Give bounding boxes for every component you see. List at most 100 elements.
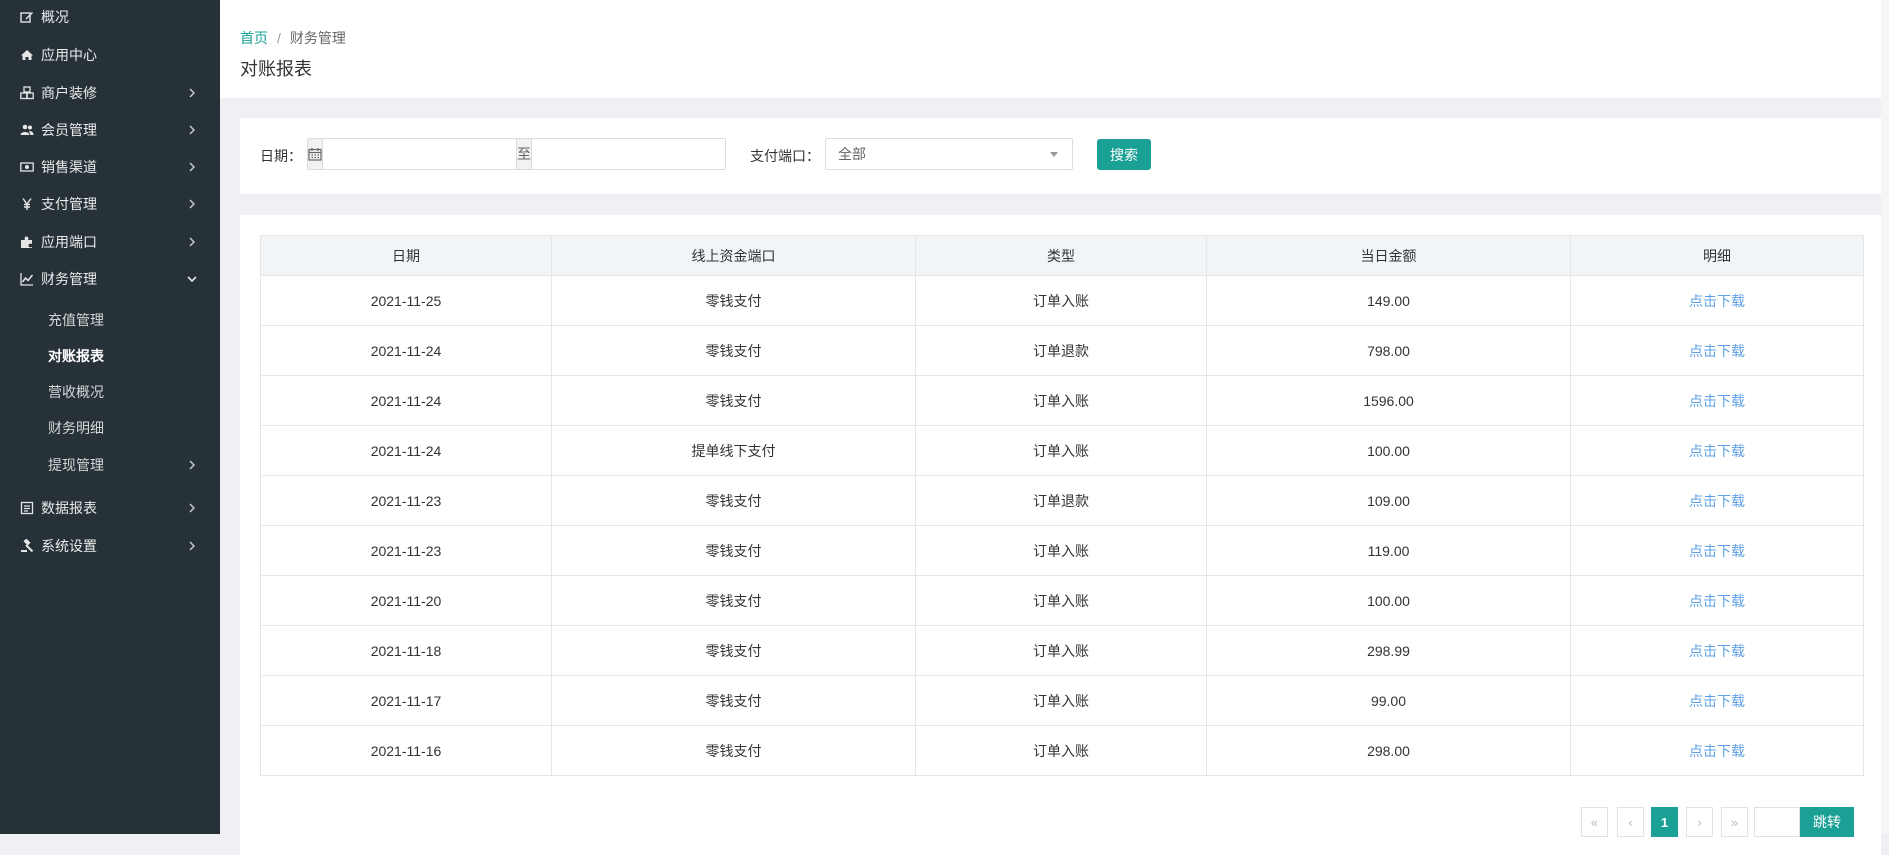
sidebar-subitem-label: 营收概况 bbox=[48, 384, 104, 400]
prev-page-button[interactable]: ‹ bbox=[1617, 807, 1644, 837]
cell-port: 零钱支付 bbox=[551, 325, 916, 376]
puzzle-icon bbox=[20, 235, 34, 249]
breadcrumb-home-link[interactable]: 首页 bbox=[240, 28, 268, 48]
cell-date: 2021-11-25 bbox=[260, 275, 552, 326]
chevron-right-icon bbox=[186, 502, 198, 514]
sidebar-item-label: 数据报表 bbox=[41, 500, 97, 516]
download-link[interactable]: 点击下载 bbox=[1689, 593, 1745, 609]
cell-type: 订单退款 bbox=[915, 325, 1207, 376]
cell-amount: 100.00 bbox=[1206, 575, 1571, 626]
report-icon bbox=[20, 501, 34, 515]
download-link[interactable]: 点击下载 bbox=[1689, 643, 1745, 659]
sidebar-item-decoration[interactable]: 商户装修 bbox=[0, 78, 220, 108]
table-row: 2021-11-24 零钱支付 订单入账 1596.00 点击下载 bbox=[260, 375, 1864, 426]
download-link[interactable]: 点击下载 bbox=[1689, 443, 1745, 459]
sidebar-item-label: 会员管理 bbox=[41, 122, 97, 138]
chevron-right-icon bbox=[186, 124, 198, 136]
page-jump-button[interactable]: 跳转 bbox=[1800, 807, 1854, 837]
column-header: 日期 bbox=[260, 235, 552, 276]
payment-port-select[interactable]: 全部 bbox=[825, 138, 1073, 170]
payment-port-selected: 全部 bbox=[838, 146, 866, 162]
column-header: 类型 bbox=[915, 235, 1207, 276]
download-link[interactable]: 点击下载 bbox=[1689, 493, 1745, 509]
sidebar-item-overview[interactable]: 概况 bbox=[0, 2, 220, 32]
vertical-scrollbar[interactable] bbox=[1881, 0, 1889, 834]
table-header-row: 日期 线上资金端口 类型 当日金额 明细 bbox=[260, 235, 1864, 276]
cell-type: 订单入账 bbox=[915, 375, 1207, 426]
table-row: 2021-11-20 零钱支付 订单入账 100.00 点击下载 bbox=[260, 575, 1864, 626]
sidebar-subitem-finance-detail[interactable]: 财务明细 bbox=[0, 413, 220, 443]
sidebar-item-app-ports[interactable]: 应用端口 bbox=[0, 227, 220, 257]
page-number-current[interactable]: 1 bbox=[1651, 807, 1678, 837]
download-link[interactable]: 点击下载 bbox=[1689, 543, 1745, 559]
cell-port: 零钱支付 bbox=[551, 475, 916, 526]
download-link[interactable]: 点击下载 bbox=[1689, 343, 1745, 359]
date-start-input[interactable] bbox=[323, 139, 516, 169]
cell-detail: 点击下载 bbox=[1570, 375, 1864, 426]
sidebar-item-label: 支付管理 bbox=[41, 196, 97, 212]
cell-amount: 100.00 bbox=[1206, 425, 1571, 476]
money-icon bbox=[20, 160, 34, 174]
cell-port: 零钱支付 bbox=[551, 575, 916, 626]
sidebar-item-data-reports[interactable]: 数据报表 bbox=[0, 493, 220, 523]
sidebar-item-sales-channels[interactable]: 销售渠道 bbox=[0, 152, 220, 182]
sidebar-subitem-reconciliation[interactable]: 对账报表 bbox=[0, 341, 220, 371]
download-link[interactable]: 点击下载 bbox=[1689, 393, 1745, 409]
cell-date: 2021-11-24 bbox=[260, 425, 552, 476]
cell-type: 订单入账 bbox=[915, 725, 1207, 776]
yen-icon bbox=[20, 197, 34, 211]
column-header: 线上资金端口 bbox=[551, 235, 916, 276]
sidebar-item-label: 应用中心 bbox=[41, 47, 97, 63]
chevron-right-icon bbox=[186, 87, 198, 99]
table-row: 2021-11-25 零钱支付 订单入账 149.00 点击下载 bbox=[260, 275, 1864, 326]
sidebar-subitem-revenue[interactable]: 营收概况 bbox=[0, 377, 220, 407]
cell-port: 零钱支付 bbox=[551, 625, 916, 676]
cell-type: 订单入账 bbox=[915, 275, 1207, 326]
first-page-button[interactable]: « bbox=[1581, 807, 1608, 837]
cell-amount: 1596.00 bbox=[1206, 375, 1571, 426]
sidebar-item-label: 商户装修 bbox=[41, 85, 97, 101]
download-link[interactable]: 点击下载 bbox=[1689, 693, 1745, 709]
cell-amount: 798.00 bbox=[1206, 325, 1571, 376]
page-title: 对账报表 bbox=[240, 59, 312, 79]
date-range-separator: 至 bbox=[516, 139, 532, 169]
sidebar-item-app-center[interactable]: 应用中心 bbox=[0, 40, 220, 70]
download-link[interactable]: 点击下载 bbox=[1689, 743, 1745, 759]
sidebar-item-payment[interactable]: 支付管理 bbox=[0, 189, 220, 219]
sidebar-item-settings[interactable]: 系统设置 bbox=[0, 531, 220, 561]
cubes-icon bbox=[20, 86, 34, 100]
column-header: 当日金额 bbox=[1206, 235, 1571, 276]
cell-amount: 149.00 bbox=[1206, 275, 1571, 326]
cell-detail: 点击下载 bbox=[1570, 475, 1864, 526]
cell-date: 2021-11-18 bbox=[260, 625, 552, 676]
cell-amount: 109.00 bbox=[1206, 475, 1571, 526]
sidebar-subitem-withdraw[interactable]: 提现管理 bbox=[0, 450, 220, 480]
sidebar-item-label: 系统设置 bbox=[41, 538, 97, 554]
sidebar-item-finance[interactable]: 财务管理 bbox=[0, 264, 220, 294]
sidebar-item-members[interactable]: 会员管理 bbox=[0, 115, 220, 145]
next-page-button[interactable]: › bbox=[1686, 807, 1713, 837]
breadcrumb-separator: / bbox=[277, 30, 281, 46]
date-end-input[interactable] bbox=[532, 139, 725, 169]
table-row: 2021-11-23 零钱支付 订单退款 109.00 点击下载 bbox=[260, 475, 1864, 526]
cell-date: 2021-11-24 bbox=[260, 375, 552, 426]
sidebar-item-label: 概况 bbox=[41, 9, 69, 25]
page-jump-input[interactable] bbox=[1754, 807, 1800, 837]
search-button[interactable]: 搜索 bbox=[1097, 139, 1151, 170]
column-header: 明细 bbox=[1570, 235, 1864, 276]
cell-detail: 点击下载 bbox=[1570, 725, 1864, 776]
home-icon bbox=[20, 48, 34, 62]
cell-detail: 点击下载 bbox=[1570, 575, 1864, 626]
cell-amount: 119.00 bbox=[1206, 525, 1571, 576]
cell-detail: 点击下载 bbox=[1570, 275, 1864, 326]
calendar-icon[interactable] bbox=[308, 139, 323, 169]
cell-detail: 点击下载 bbox=[1570, 675, 1864, 726]
cell-type: 订单退款 bbox=[915, 475, 1207, 526]
last-page-button[interactable]: » bbox=[1721, 807, 1748, 837]
sidebar-item-label: 应用端口 bbox=[41, 234, 97, 250]
page-header: 首页 / 财务管理 对账报表 bbox=[220, 0, 1889, 98]
sidebar-subitem-label: 财务明细 bbox=[48, 420, 104, 436]
sidebar-subitem-recharge[interactable]: 充值管理 bbox=[0, 305, 220, 335]
cell-detail: 点击下载 bbox=[1570, 525, 1864, 576]
download-link[interactable]: 点击下载 bbox=[1689, 293, 1745, 309]
